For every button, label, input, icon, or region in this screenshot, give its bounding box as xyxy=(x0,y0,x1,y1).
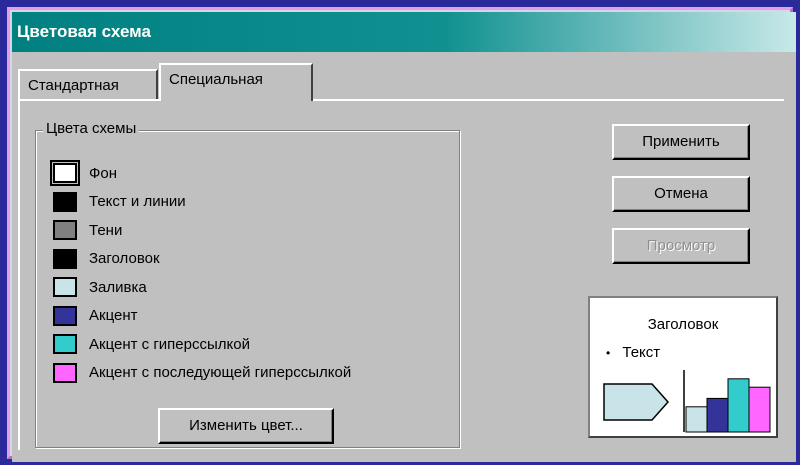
color-item-label: Акцент с последующей гиперссылкой xyxy=(89,364,352,381)
scheme-color-item[interactable]: Тени xyxy=(53,217,122,243)
apply-button[interactable]: Применить xyxy=(612,124,750,160)
preview-button: Просмотр xyxy=(612,228,750,264)
window-title: Цветовая схема xyxy=(12,12,796,52)
color-item-label: Тени xyxy=(89,221,123,239)
scheme-color-item[interactable]: Акцент с последующей гиперссылкой xyxy=(53,360,351,386)
scheme-color-item[interactable]: Заголовок xyxy=(53,246,160,272)
change-color-button[interactable]: Изменить цвет... xyxy=(158,408,334,444)
preview-graphic xyxy=(603,370,771,433)
preview-arrow-shape xyxy=(603,383,670,421)
color-item-label: Заливка xyxy=(89,278,147,296)
preview-bar xyxy=(748,386,771,433)
color-swatch[interactable] xyxy=(53,334,77,354)
color-swatch[interactable] xyxy=(50,160,80,186)
scheme-preview: Заголовок • Текст xyxy=(588,296,778,438)
color-swatch[interactable] xyxy=(53,305,77,326)
tab-custom[interactable]: Специальная xyxy=(159,63,313,101)
color-item-label: Фон xyxy=(89,164,118,182)
color-item-label: Акцент с гиперссылкой xyxy=(89,335,250,353)
preview-bar xyxy=(706,397,729,433)
scheme-color-item[interactable]: Акцент с гиперссылкой xyxy=(53,331,250,357)
color-item-label: Текст и линии xyxy=(89,193,186,210)
color-swatch[interactable] xyxy=(53,362,77,383)
cancel-button[interactable]: Отмена xyxy=(612,176,750,212)
preview-bar-chart xyxy=(683,370,771,433)
scheme-color-item[interactable]: Текст и линии xyxy=(53,189,186,215)
color-item-label: Заголовок xyxy=(89,250,160,267)
color-item-label: Акцент xyxy=(89,307,138,324)
scheme-color-item[interactable]: Акцент xyxy=(53,303,138,329)
color-swatch[interactable] xyxy=(53,248,77,269)
color-swatch[interactable] xyxy=(53,191,77,212)
tab-standard[interactable]: Стандартная xyxy=(18,69,158,99)
color-swatch[interactable] xyxy=(53,220,77,240)
scheme-color-item[interactable]: Фон xyxy=(50,160,118,186)
preview-bar xyxy=(727,378,750,433)
preview-bar xyxy=(685,406,708,433)
scheme-colors-label: Цвета схемы xyxy=(43,120,140,137)
color-swatch[interactable] xyxy=(53,277,77,297)
scheme-color-item[interactable]: Заливка xyxy=(53,274,147,300)
